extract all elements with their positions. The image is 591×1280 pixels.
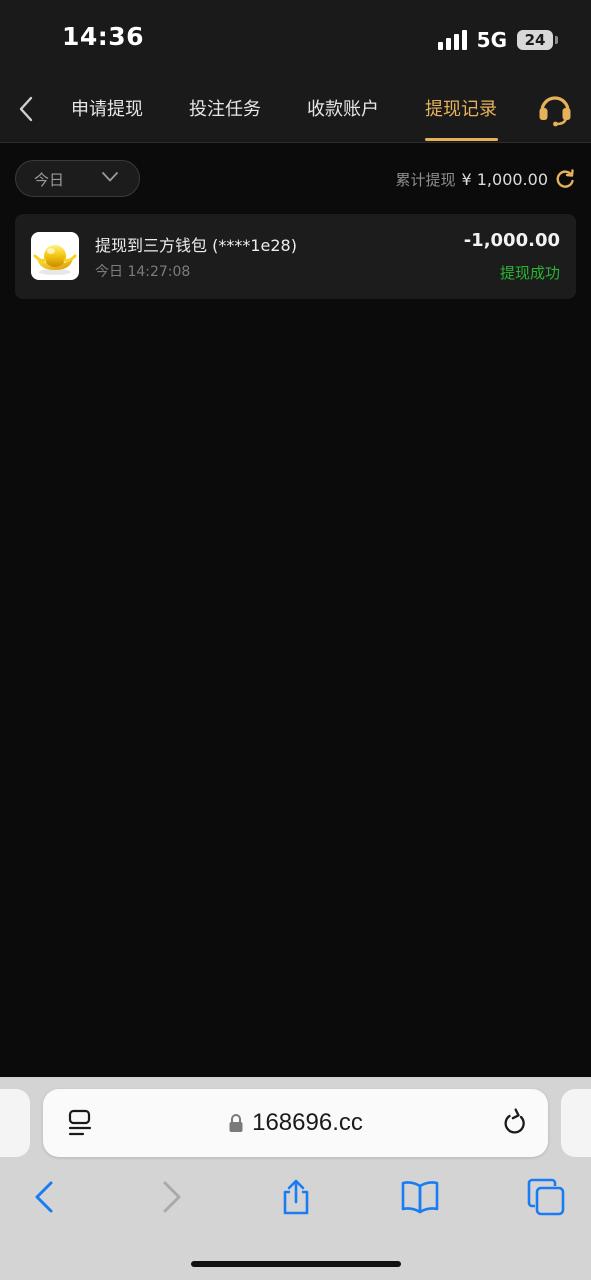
battery-level: 24	[524, 31, 546, 49]
gold-ingot-icon	[33, 245, 77, 275]
reload-icon[interactable]	[502, 1108, 528, 1136]
nav-header: 申请提现 投注任务 收款账户 提现记录	[0, 78, 591, 143]
refresh-icon[interactable]	[554, 168, 576, 190]
url-text: 168696.cc	[252, 1109, 363, 1136]
status-time: 14:36	[62, 22, 145, 51]
chevron-down-icon	[102, 172, 118, 182]
withdrawal-record-item[interactable]: 提现到三方钱包 (****1e28) 今日 14:27:08 -1,000.00…	[15, 214, 576, 299]
address-bar[interactable]: 168696.cc	[43, 1089, 548, 1157]
bookmarks-button[interactable]	[400, 1177, 440, 1217]
record-time: 今日 14:27:08	[95, 264, 191, 280]
tab-apply-withdrawal[interactable]: 申请提现	[71, 95, 143, 121]
wallet-thumbnail	[31, 232, 79, 280]
tab-betting-tasks[interactable]: 投注任务	[189, 95, 261, 121]
tab-withdrawal-records[interactable]: 提现记录	[425, 95, 497, 121]
chevron-left-icon	[19, 96, 33, 122]
total-withdrawn-amount: ¥ 1,000.00	[461, 169, 548, 189]
back-arrow-icon	[35, 1181, 53, 1213]
headset-icon	[539, 96, 571, 127]
total-withdrawn-label: 累计提现	[395, 170, 456, 189]
url-display: 168696.cc	[43, 1109, 548, 1137]
record-amount: -1,000.00	[463, 230, 560, 251]
total-withdrawn: 累计提现 ¥ 1,000.00	[395, 168, 576, 190]
filter-row: 今日 累计提现 ¥ 1,000.00	[15, 160, 576, 200]
book-icon	[401, 1181, 439, 1214]
back-button[interactable]	[12, 94, 40, 124]
tabs-icon	[527, 1178, 565, 1216]
record-title: 提现到三方钱包 (****1e28)	[95, 236, 297, 255]
browser-back-button[interactable]	[24, 1177, 64, 1217]
lock-icon	[229, 1114, 243, 1132]
date-filter-dropdown[interactable]: 今日	[15, 160, 140, 197]
tab-payment-accounts[interactable]: 收款账户	[307, 95, 379, 121]
customer-support-button[interactable]	[537, 91, 573, 127]
status-indicators: 5G 24	[437, 28, 558, 52]
share-button[interactable]	[276, 1177, 316, 1217]
cellular-signal-icon	[437, 30, 467, 50]
browser-forward-button[interactable]	[152, 1177, 192, 1217]
date-filter-value: 今日	[34, 171, 65, 189]
previous-tab-preview[interactable]	[0, 1089, 30, 1157]
active-tab-indicator	[425, 138, 498, 141]
network-type: 5G	[476, 28, 507, 52]
battery-icon: 24	[517, 30, 558, 50]
next-tab-preview[interactable]	[561, 1089, 591, 1157]
record-status: 提现成功	[499, 264, 560, 282]
tabs-button[interactable]	[526, 1177, 566, 1217]
withdrawal-records-page: 14:36 5G 24 申请提现 投注任务 收款账户 提现记录 今日 累计提现 …	[0, 0, 591, 1280]
status-bar: 14:36 5G 24	[0, 0, 591, 78]
share-icon	[283, 1179, 309, 1215]
home-indicator	[191, 1261, 401, 1267]
forward-arrow-icon	[163, 1181, 181, 1213]
